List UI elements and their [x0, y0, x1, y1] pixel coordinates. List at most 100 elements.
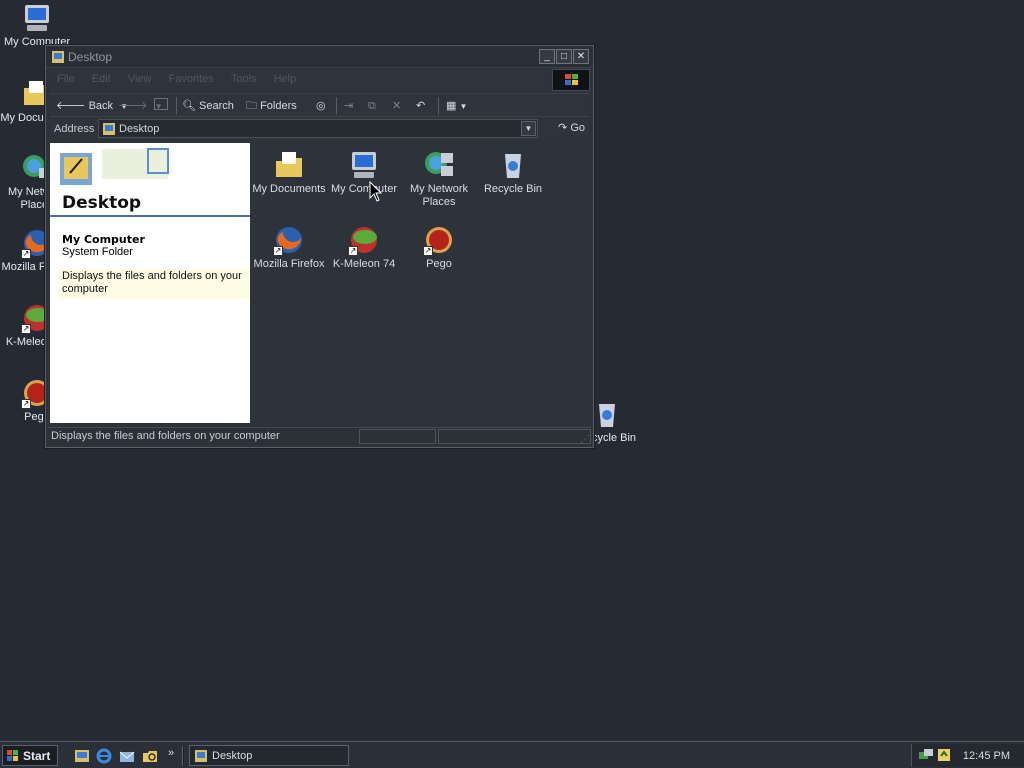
address-label: Address — [54, 123, 95, 135]
item-pego[interactable]: ↗ Pego — [400, 224, 478, 271]
folders-button[interactable]: 🗀 Folders — [246, 98, 297, 114]
task-pane-header: Desktop — [50, 143, 250, 217]
desktop-folder-icon — [102, 122, 116, 139]
details-type: System Folder — [62, 246, 133, 258]
copy-to-icon: ⧉ — [368, 100, 376, 112]
menu-favorites[interactable]: Favorites — [162, 70, 221, 88]
item-label: Mozilla Firefox — [253, 258, 325, 270]
menu-tools[interactable]: Tools — [224, 70, 264, 88]
tray-safely-remove-icon[interactable] — [936, 747, 952, 766]
views-button[interactable]: ▦ ▼ — [446, 98, 467, 114]
address-dropdown-button[interactable]: ▼ — [521, 121, 536, 136]
start-button[interactable]: Start — [2, 745, 58, 766]
chevron-down-icon: ▼ — [459, 102, 468, 111]
kmeleon-icon: ↗ — [348, 224, 380, 256]
item-recycle-bin[interactable]: Recycle Bin — [474, 149, 552, 196]
item-label: Pego — [426, 258, 452, 270]
menu-view[interactable]: View — [121, 70, 159, 88]
window-title: Desktop — [68, 50, 113, 64]
item-k-meleon[interactable]: ↗ K-Meleon 74 — [325, 224, 403, 271]
forward-arrow-icon: 🡒 — [118, 100, 148, 112]
menu-bar: File Edit View Favorites Tools Help — [50, 70, 550, 90]
recycle-bin-icon — [591, 398, 623, 430]
shortcut-arrow-icon: ↗ — [21, 399, 31, 409]
taskbar: Start » Desktop 12:45 PM — [0, 741, 1024, 768]
menu-edit[interactable]: Edit — [85, 70, 118, 88]
close-button[interactable]: ✕ — [573, 49, 589, 64]
menu-file[interactable]: File — [50, 70, 82, 88]
details-description: Displays the files and folders on your c… — [58, 269, 250, 299]
shortcut-arrow-icon: ↗ — [21, 249, 31, 259]
address-field[interactable]: Desktop ▼ — [98, 119, 538, 138]
quicklaunch-windows-explorer-icon[interactable] — [142, 748, 158, 764]
recycle-bin-icon — [497, 149, 529, 181]
clock[interactable]: 12:45 PM — [963, 750, 1010, 762]
item-mozilla-firefox[interactable]: ↗ Mozilla Firefox — [250, 224, 328, 271]
minimize-button[interactable]: _ — [539, 49, 555, 64]
move-to-button[interactable]: ⇥ — [344, 98, 353, 114]
network-icon — [423, 149, 455, 181]
item-my-computer[interactable]: My Computer — [325, 149, 403, 196]
status-text: Displays the files and folders on your c… — [51, 430, 280, 442]
menu-help[interactable]: Help — [267, 70, 304, 88]
folder-icon — [273, 149, 305, 181]
copy-to-button[interactable]: ⧉ — [368, 98, 376, 114]
undo-button[interactable]: ↶ — [416, 98, 425, 114]
search-icon: 🔍︎ — [182, 100, 196, 112]
item-label: My Documents — [252, 183, 326, 195]
mouse-cursor-icon — [369, 181, 383, 202]
taskbar-separator — [182, 746, 184, 766]
item-label: My Network Places — [409, 183, 469, 208]
history-button[interactable]: ◎ — [316, 98, 326, 114]
up-folder-button[interactable] — [154, 98, 168, 114]
toolbar-separator — [176, 97, 177, 115]
item-label: K-Meleon 74 — [332, 258, 396, 270]
desktop-folder-icon — [51, 50, 65, 64]
search-button[interactable]: 🔍︎ Search — [182, 98, 234, 114]
tray-network-icon[interactable] — [918, 747, 934, 766]
system-tray: 12:45 PM — [911, 744, 1024, 767]
undo-icon: ↶ — [416, 100, 426, 112]
go-button[interactable]: ↷ Go — [558, 121, 585, 134]
details-name: My Computer — [62, 233, 145, 246]
history-icon: ◎ — [316, 100, 326, 112]
desktop-icon-my-computer[interactable]: My Computer — [0, 2, 74, 49]
shortcut-arrow-icon: ↗ — [273, 246, 283, 256]
address-value: Desktop — [119, 123, 160, 135]
explorer-window: Desktop _ □ ✕ File Edit View Favorites T… — [45, 45, 594, 448]
taskbar-button-desktop[interactable]: Desktop — [189, 745, 349, 766]
shortcut-arrow-icon: ↗ — [348, 246, 358, 256]
task-pane: Desktop My Computer System Folder Displa… — [50, 143, 250, 423]
address-bar: Address Desktop ▼ ↷ Go — [50, 118, 589, 140]
maximize-button[interactable]: □ — [556, 49, 572, 64]
item-label: Recycle Bin — [483, 183, 543, 195]
item-my-network-places[interactable]: My Network Places — [400, 149, 478, 209]
shortcut-arrow-icon: ↗ — [423, 246, 433, 256]
standard-toolbar: 🡐 Back ▼ 🡒 ▼ 🔍︎ Search 🗀 Folders ◎ ⇥ ⧉ ✕… — [50, 93, 589, 117]
quicklaunch-overflow-icon[interactable]: » — [168, 747, 174, 759]
up-folder-icon — [154, 98, 168, 110]
toolbar-separator — [336, 97, 337, 115]
quicklaunch-show-desktop-icon[interactable] — [74, 748, 90, 764]
status-bar: Displays the files and folders on your c… — [48, 427, 591, 445]
task-pane-title: Desktop — [62, 193, 142, 213]
title-bar[interactable]: Desktop _ □ ✕ — [46, 46, 593, 68]
status-segment — [438, 429, 591, 444]
quicklaunch-outlook-express-icon[interactable] — [119, 748, 135, 764]
back-arrow-icon: 🡐 — [56, 100, 86, 112]
resize-grip-icon[interactable]: ⋰ — [580, 434, 590, 445]
quicklaunch-internet-explorer-icon[interactable] — [96, 748, 112, 764]
desktop-banner-icon — [52, 145, 172, 191]
delete-icon: ✕ — [392, 100, 402, 112]
item-label: My Computer — [330, 183, 398, 195]
item-my-documents[interactable]: My Documents — [250, 149, 328, 196]
views-icon: ▦ — [446, 100, 457, 112]
delete-button[interactable]: ✕ — [392, 98, 401, 114]
computer-icon — [21, 2, 53, 34]
firefox-icon: ↗ — [273, 224, 305, 256]
desktop-folder-icon — [194, 749, 208, 766]
windows-logo-icon — [552, 69, 590, 91]
go-arrow-icon: ↷ — [558, 122, 568, 134]
pego-icon: ↗ — [423, 224, 455, 256]
folders-icon: 🗀 — [246, 100, 257, 112]
